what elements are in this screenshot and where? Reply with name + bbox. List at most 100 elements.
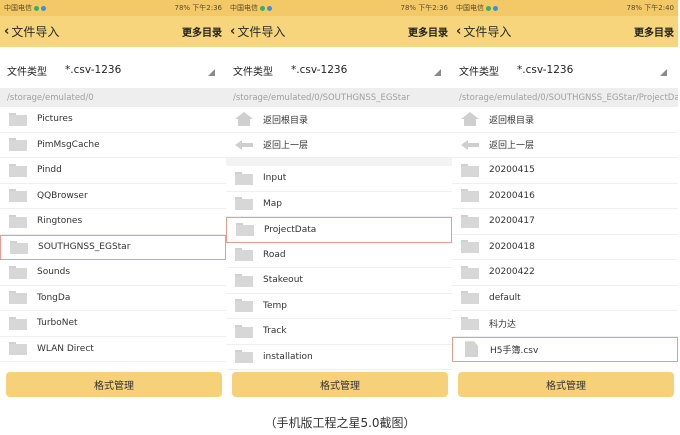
list-item[interactable]: Input (226, 166, 452, 192)
format-manage-button[interactable]: 格式管理 (232, 372, 448, 397)
list-item[interactable]: Stakeout (226, 268, 452, 294)
file-type-select[interactable]: *.csv-1236 (291, 64, 347, 76)
list-item[interactable]: SOUTHGNSS_EGStar (0, 234, 226, 260)
list-item[interactable]: Pictures (0, 107, 226, 133)
folder-icon (9, 163, 27, 177)
file-type-row: 文件类型 *.csv-1236 (226, 57, 452, 83)
list-item[interactable]: Pindd (0, 158, 226, 184)
folder-icon (461, 291, 479, 305)
list-item[interactable]: 返回上一层 (452, 133, 678, 158)
list-item[interactable]: Sounds (0, 260, 226, 286)
list-item[interactable]: 20200416 (452, 184, 678, 209)
list-item[interactable]: 返回根目录 (452, 107, 678, 133)
list-item[interactable]: ProjectData (226, 217, 452, 243)
list-item[interactable]: QQBrowser (0, 184, 226, 209)
back-button[interactable]: ‹ 文件导入 (456, 23, 511, 40)
list-item[interactable]: default (452, 286, 678, 311)
list-item[interactable]: Ringtones (0, 209, 226, 235)
title-bar: ‹ 文件导入 更多目录 (0, 16, 226, 47)
list-item[interactable]: Road (226, 243, 452, 268)
carrier-label: 中国电信 (456, 4, 484, 12)
file-list: 返回根目录 返回上一层 20200415 20200416 20200417 202004… (452, 107, 678, 362)
screenshots-row: 中国电信 78% 下午2:36 ‹ 文件导入 更多目录 文件类型 *.csv-1236/st… (0, 0, 680, 403)
list-item-label: Sounds (37, 267, 71, 278)
list-item[interactable]: 20200422 (452, 260, 678, 286)
list-item-label: PimMsgCache (37, 139, 100, 150)
list-item[interactable]: Temp (226, 294, 452, 319)
list-item-label: QQBrowser (37, 190, 88, 201)
status-bar: 中国电信 78% 下午2:36 (226, 0, 452, 16)
list-item-label: 20200417 (489, 216, 535, 227)
list-item[interactable]: 20200415 (452, 158, 678, 184)
status-right: 78% 下午2:40 (626, 4, 674, 12)
list-item[interactable]: 返回根目录 (226, 107, 452, 133)
dropdown-caret-icon[interactable] (660, 69, 667, 76)
list-item-label: Track (263, 326, 287, 337)
list-item-label: Temp (263, 300, 287, 311)
list-item-label: 20200416 (489, 190, 535, 201)
list-item[interactable]: Map (226, 192, 452, 217)
list-item-label: default (489, 292, 521, 303)
status-right: 78% 下午2:36 (400, 4, 448, 12)
more-directories-button[interactable]: 更多目录 (182, 24, 222, 39)
folder-icon (9, 189, 27, 203)
chevron-left-icon: ‹ (4, 24, 10, 39)
folder-icon (461, 189, 479, 203)
app-notification-icon (267, 5, 272, 11)
app-notification-icon (41, 5, 46, 11)
list-item-label: Ringtones (37, 216, 83, 227)
list-item[interactable]: Track (226, 319, 452, 345)
folder-icon (461, 163, 479, 177)
app-notification-icon (486, 5, 491, 11)
list-item[interactable]: 返回上一层 (226, 133, 452, 158)
list-item-label: H5手簿.csv (490, 345, 539, 356)
list-item[interactable]: H5手簿.csv (452, 336, 678, 362)
phone-screen-southgnss-folder: 中国电信 78% 下午2:36 ‹ 文件导入 更多目录文件类型 *.csv-1236/st… (226, 0, 452, 403)
file-type-label: 文件类型 (7, 66, 47, 78)
more-directories-button[interactable]: 更多目录 (634, 24, 674, 39)
path-breadcrumb: /storage/emulated/0/SOUTHGNSS_EGStar/Pro… (452, 88, 678, 107)
dropdown-caret-icon[interactable] (434, 69, 441, 76)
status-bar: 中国电信 78% 下午2:40 (452, 0, 678, 16)
list-item[interactable]: WLAN Direct (0, 337, 226, 362)
path-breadcrumb: /storage/emulated/0/SOUTHGNSS_EGStar (226, 88, 452, 107)
back-arrow-icon (461, 139, 479, 151)
list-item-label: 20200418 (489, 241, 535, 252)
file-type-select[interactable]: *.csv-1236 (65, 64, 121, 76)
folder-icon (461, 265, 479, 279)
format-manage-button[interactable]: 格式管理 (6, 372, 222, 397)
folder-icon (235, 171, 253, 185)
more-directories-button[interactable]: 更多目录 (408, 24, 448, 39)
title-bar: ‹ 文件导入 更多目录 (452, 16, 678, 47)
chevron-left-icon: ‹ (456, 24, 462, 39)
phone-screen-projectdata-folder: 中国电信 78% 下午2:40 ‹ 文件导入 更多目录文件类型 *.csv-1236/st… (452, 0, 678, 403)
path-breadcrumb: /storage/emulated/0 (0, 88, 226, 107)
folder-icon (10, 240, 28, 254)
dropdown-caret-icon[interactable] (208, 69, 215, 76)
list-item[interactable]: 20200417 (452, 209, 678, 235)
app-notification-icon (493, 5, 498, 11)
file-list: 返回根目录 返回上一层 Input Map ProjectData Road Stakeou… (226, 107, 452, 370)
back-button[interactable]: ‹ 文件导入 (230, 23, 285, 40)
list-item[interactable]: PimMsgCache (0, 133, 226, 158)
list-item-label: ProjectData (264, 224, 317, 235)
list-item[interactable]: 科力达 (452, 311, 678, 337)
list-item[interactable]: TurboNet (0, 311, 226, 337)
list-item[interactable]: TongDa (0, 286, 226, 311)
page-title: 文件导入 (463, 25, 512, 39)
file-icon (465, 341, 478, 358)
back-button[interactable]: ‹ 文件导入 (4, 23, 59, 40)
list-item[interactable]: 20200418 (452, 235, 678, 260)
list-item-label: 科力达 (489, 319, 517, 330)
file-type-select[interactable]: *.csv-1236 (517, 64, 573, 76)
home-icon (235, 112, 253, 127)
file-type-label: 文件类型 (459, 66, 499, 78)
format-manage-button[interactable]: 格式管理 (458, 372, 674, 397)
list-item-label: Pictures (37, 114, 73, 125)
file-type-row: 文件类型 *.csv-1236 (0, 57, 226, 83)
chevron-left-icon: ‹ (230, 24, 236, 39)
carrier-label: 中国电信 (4, 4, 32, 12)
folder-icon (235, 197, 253, 211)
list-item-label: Input (263, 173, 287, 184)
list-item[interactable]: installation (226, 345, 452, 370)
